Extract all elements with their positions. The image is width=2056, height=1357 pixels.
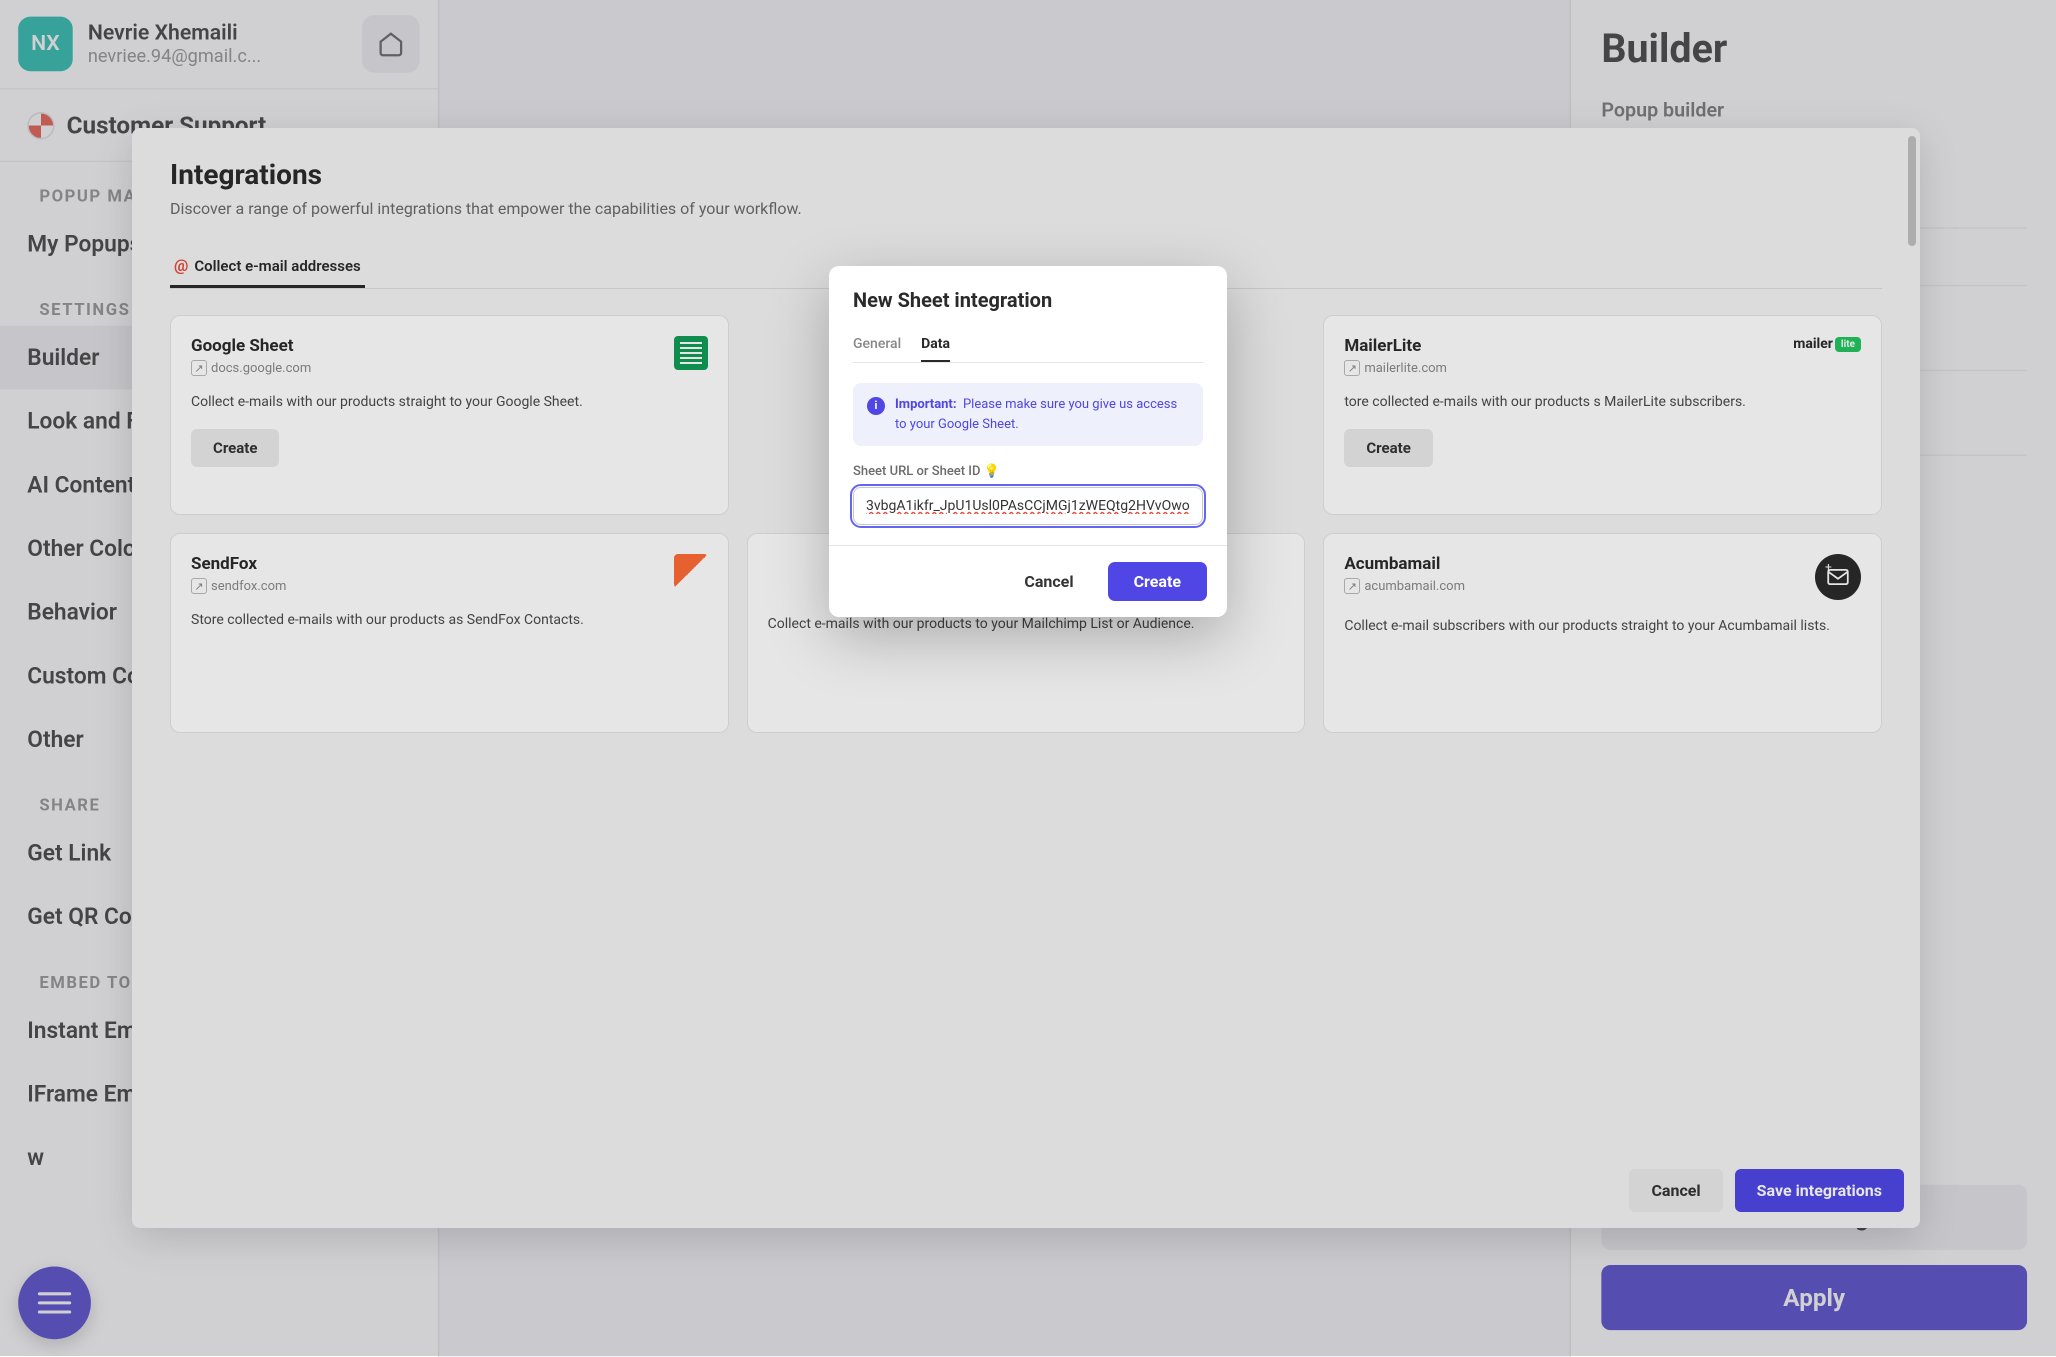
card-link[interactable]: sendfox.com [191,578,286,594]
tab-data[interactable]: Data [921,328,950,362]
sheet-url-label: Sheet URL or Sheet ID 💡 [853,464,1203,479]
integration-card-mailerlite: MailerLite mailerlite.com mailerlite tor… [1323,315,1882,515]
info-box: i Important: Please make sure you give u… [853,383,1203,446]
integration-card-google-sheet: Google Sheet docs.google.com Collect e-m… [170,315,729,515]
modal-scrollbar[interactable] [1908,136,1916,246]
create-button[interactable]: Create [191,429,279,467]
at-icon: @ [174,256,188,275]
tab-label: Collect e-mail addresses [194,257,360,275]
card-title: Google Sheet [191,336,311,356]
save-integrations-button[interactable]: Save integrations [1735,1169,1904,1212]
create-button[interactable]: Create [1108,562,1207,601]
integrations-title: Integrations [170,158,1882,191]
card-link[interactable]: docs.google.com [191,360,311,376]
tab-general[interactable]: General [853,328,901,362]
card-desc: Collect e-mail subscribers with our prod… [1344,616,1861,637]
card-link[interactable]: acumbamail.com [1344,578,1465,594]
mailerlite-icon: mailerlite [1793,336,1861,352]
card-desc: Store collected e-mails with our product… [191,610,708,631]
integrations-subtitle: Discover a range of powerful integration… [170,199,1882,218]
google-sheets-icon [674,336,708,370]
card-desc: Collect e-mails with our products straig… [191,392,708,413]
card-desc: Collect e-mails with our products to you… [768,614,1285,635]
card-title: SendFox [191,554,286,574]
create-button[interactable]: Create [1344,429,1432,467]
card-title: Acumbamail [1344,554,1465,574]
sendfox-icon [674,554,708,588]
integration-card-acumbamail: Acumbamail acumbamail.com Collect e-mail… [1323,533,1882,733]
sheet-url-input[interactable] [853,487,1203,525]
card-title: MailerLite [1344,336,1447,356]
tab-collect-emails[interactable]: @ Collect e-mail addresses [170,246,365,288]
info-bold: Important: [895,397,957,412]
info-icon: i [867,397,885,415]
card-link[interactable]: mailerlite.com [1344,360,1447,376]
modal-title: New Sheet integration [853,288,1203,312]
new-sheet-modal: New Sheet integration General Data i Imp… [829,266,1227,617]
cancel-button[interactable]: Cancel [1629,1169,1722,1212]
card-desc: tore collected e-mails with our products… [1344,392,1861,413]
integration-card-sendfox: SendFox sendfox.com Store collected e-ma… [170,533,729,733]
overlay: Integrations Discover a range of powerfu… [0,0,2056,1356]
cancel-button[interactable]: Cancel [1004,562,1093,601]
acumbamail-icon [1815,554,1861,600]
